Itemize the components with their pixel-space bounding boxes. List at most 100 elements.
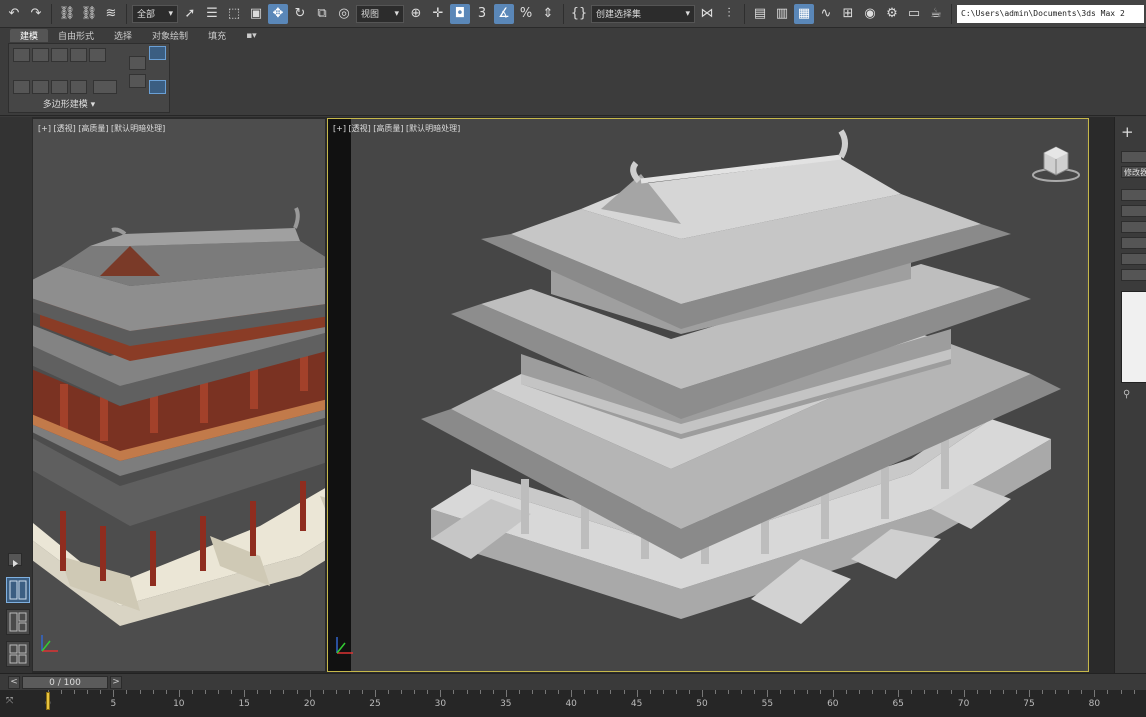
panel-label[interactable]: 多边形建模 ▾ [9,97,129,110]
render-setup-icon[interactable]: ⚙ [882,4,902,24]
schematic-view-icon[interactable]: ⊞ [838,4,858,24]
quick-slice-button[interactable] [149,80,166,94]
viewport-label[interactable]: [+] [透视] [高质量] [默认明暗处理] [38,123,165,134]
percent-snap-icon[interactable]: % [516,4,536,24]
select-and-move-icon[interactable]: ✥ [268,3,288,24]
main-toolbar: ↶ ↷ ⛓ ⛓ ≋ 全部 ▾ ➚ ☰ ⬚ ▣ ✥ ↻ ⧉ ◎ 视图 ▾ ⊕ ✛ … [0,0,1146,28]
tick-mark [388,690,390,694]
tick-label: 15 [238,699,250,709]
polygon-mode-button[interactable] [70,48,87,62]
viewcube-icon[interactable] [1030,143,1082,183]
tick-mark [1068,690,1070,694]
border-mode-button[interactable] [51,48,68,62]
repeat-last-button[interactable] [129,74,146,88]
material-editor-icon[interactable]: ◉ [860,4,880,24]
link-icon[interactable]: ⛓ [57,4,77,24]
select-and-rotate-icon[interactable]: ↻ [290,4,310,24]
tab-modeling[interactable]: 建模 [10,29,49,42]
tick-mark [1081,690,1083,694]
scene-explorer-icon[interactable]: ▤ [750,4,770,24]
create-tab-plus-icon[interactable]: + [1121,123,1134,141]
layout-four-pane[interactable] [6,641,30,667]
edit-named-selection-icon[interactable]: {} [569,4,589,24]
use-soft-selection-button[interactable] [149,46,166,60]
vertex-mode-button[interactable] [13,48,30,62]
modifier-button-6[interactable] [1121,269,1146,281]
tick-mark [937,690,939,694]
time-slider-thumb[interactable]: 0 / 100 [22,676,108,689]
tick-mark [61,690,63,694]
named-selection-value: 创建选择集 [596,10,642,20]
modifier-button-4[interactable] [1121,237,1146,249]
tick-mark [401,690,403,694]
tick-mark [702,690,703,697]
project-path-field[interactable]: C:\Users\admin\Documents\3ds Max 2 [957,4,1144,23]
expand-layout-icon[interactable] [8,553,22,567]
prev-frame-button[interactable]: < [8,676,20,689]
bind-space-warp-icon[interactable]: ≋ [101,4,121,24]
use-nurms-button[interactable] [129,56,146,70]
edit-poly-button[interactable] [93,80,117,94]
named-selection-dropdown[interactable]: 创建选择集 ▾ [591,4,695,23]
toggle-command-mode-button[interactable] [51,80,68,94]
tick-mark [1029,690,1030,697]
tab-populate[interactable]: 填充 [198,29,236,42]
toggle-ribbon-icon[interactable]: ▦ [794,3,814,24]
trackbar[interactable]: ⤧ 05101520253035404550556065707580 [0,690,1146,717]
tab-freeform[interactable]: 自由形式 [48,29,104,42]
reference-coordinate-dropdown[interactable]: 视图 ▾ [356,4,404,23]
unlink-icon[interactable]: ⛓ [79,4,99,24]
rect-selection-region-icon[interactable]: ⬚ [224,4,244,24]
select-object-icon[interactable]: ➚ [180,4,200,24]
tick-mark [545,690,547,694]
modifier-stack-list[interactable] [1121,291,1146,383]
redo-icon[interactable]: ↷ [26,4,46,24]
select-by-name-icon[interactable]: ☰ [202,4,222,24]
curve-editor-toggle-icon[interactable]: ⤧ [6,696,13,706]
modify-tab-button[interactable] [1121,151,1146,163]
pivot-center-icon[interactable]: ⊕ [406,4,426,24]
undo-icon[interactable]: ↶ [4,4,24,24]
layout-two-vertical[interactable] [6,577,30,603]
snap-toggle-icon[interactable]: 3 [472,4,492,24]
layout-two-left-split[interactable] [6,609,30,635]
viewport-label[interactable]: [+] [透视] [高质量] [默认明暗处理] [333,123,460,134]
curve-editor-icon[interactable]: ∿ [816,4,836,24]
window-crossing-icon[interactable]: ▣ [246,4,266,24]
modifier-button-1[interactable] [1121,189,1146,201]
keyboard-shortcut-override-icon[interactable]: ◘ [450,3,470,24]
selection-filter-dropdown[interactable]: 全部 ▾ [132,4,178,23]
element-mode-button[interactable] [89,48,106,62]
angle-snap-icon[interactable]: ∡ [494,3,514,24]
tick-mark [1120,690,1122,694]
left-perspective-viewport[interactable]: [+] [透视] [高质量] [默认明暗处理] [33,119,325,671]
ribbon-options-button[interactable]: ▪▾ [236,29,267,42]
toolbar-divider [563,3,564,24]
select-and-scale-icon[interactable]: ⧉ [312,4,332,24]
modifier-button-3[interactable] [1121,221,1146,233]
layer-explorer-icon[interactable]: ▥ [772,4,792,24]
align-icon[interactable]: ⫶ [719,4,739,24]
spinner-snap-icon[interactable]: ⇕ [538,4,558,24]
mirror-icon[interactable]: ⋈ [697,4,717,24]
modifier-button-2[interactable] [1121,205,1146,217]
rendered-frame-window-icon[interactable]: ▭ [904,4,924,24]
select-manipulate-icon[interactable]: ✛ [428,4,448,24]
next-frame-button[interactable]: > [110,676,122,689]
tick-label: 25 [369,699,381,709]
tab-object-paint[interactable]: 对象绘制 [142,29,198,42]
modify-mode-button[interactable] [13,80,30,94]
playhead[interactable] [46,692,50,710]
tab-selection[interactable]: 选择 [104,29,142,42]
edge-mode-button[interactable] [32,48,49,62]
pin-stack-icon[interactable]: ⚲ [1123,389,1130,400]
right-perspective-viewport[interactable]: [+] [透视] [高质量] [默认明暗处理] [327,118,1089,672]
collapse-stack-button[interactable] [32,80,49,94]
placement-icon[interactable]: ◎ [334,4,354,24]
modifier-list-dropdown[interactable]: 修改器列表 [1121,166,1146,178]
tick-mark [283,690,285,694]
modifier-button-5[interactable] [1121,253,1146,265]
chevron-down-icon: ▾ [394,8,399,19]
preserve-uvs-button[interactable] [70,80,87,94]
render-production-icon[interactable]: ☕ [926,4,946,24]
